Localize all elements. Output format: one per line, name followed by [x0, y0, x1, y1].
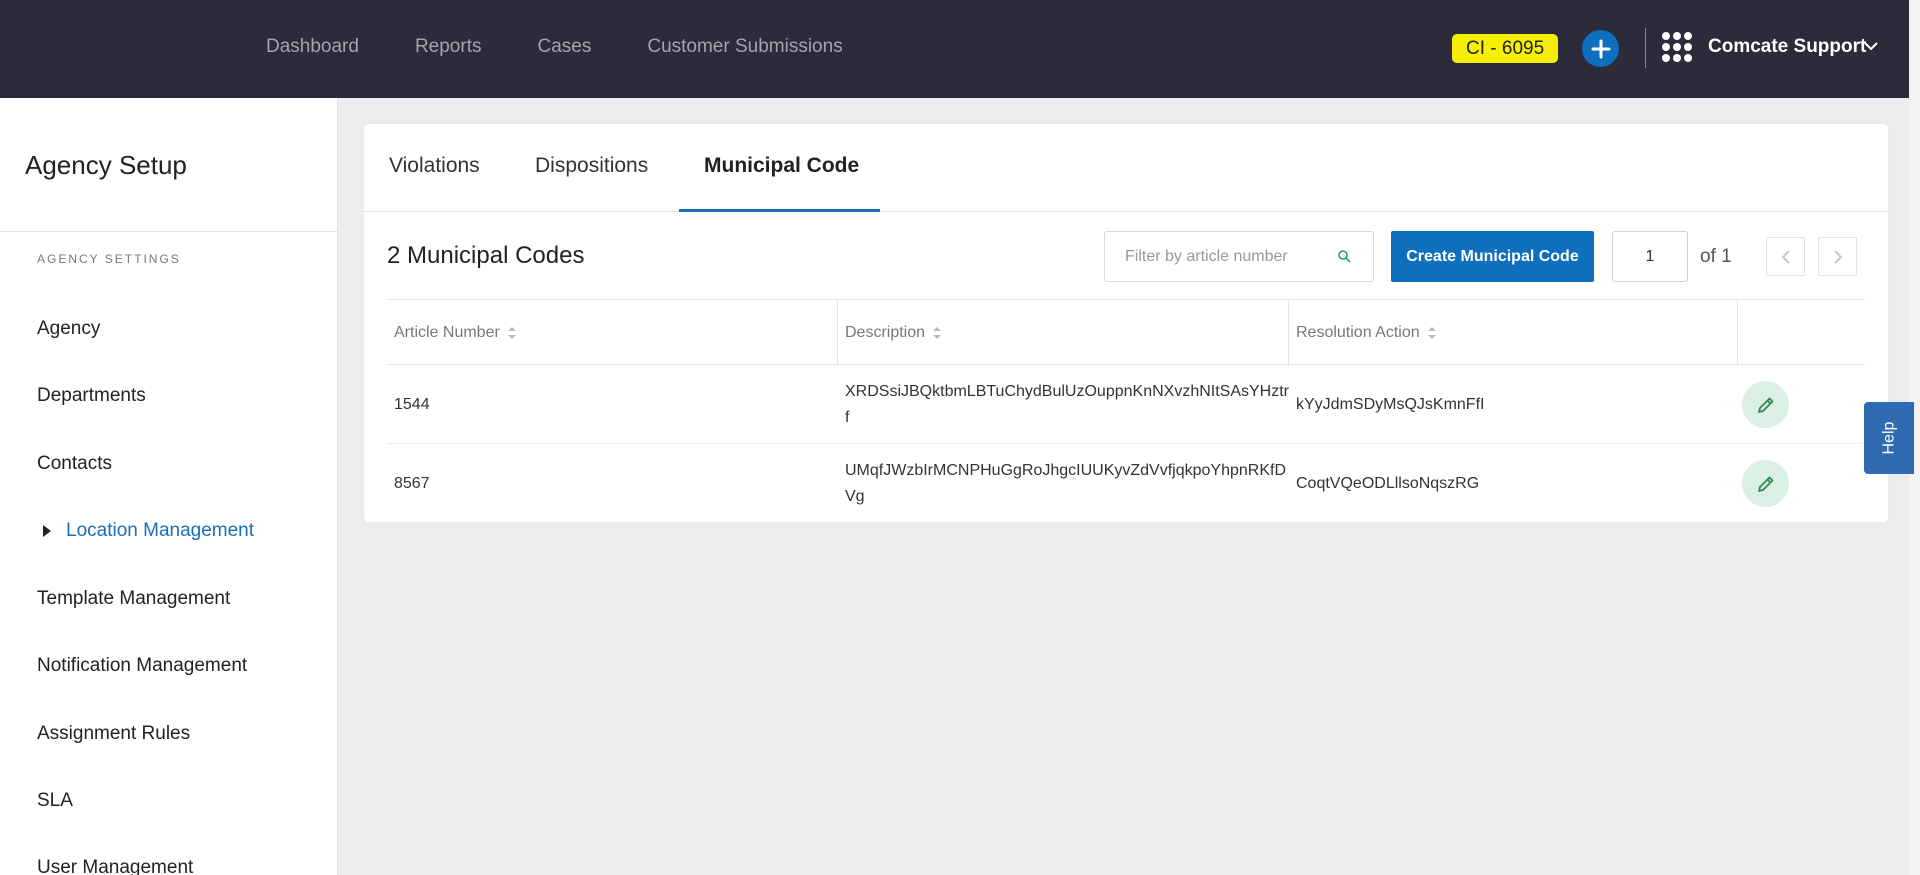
create-municipal-code-button[interactable]: Create Municipal Code — [1391, 231, 1594, 282]
help-label: Help — [1880, 421, 1897, 455]
sidebar-item-agency[interactable]: Agency — [37, 318, 100, 340]
header-article-number[interactable]: Article Number — [387, 300, 838, 366]
ci-badge[interactable]: CI - 6095 — [1452, 34, 1559, 63]
sidebar-item-contacts[interactable]: Contacts — [37, 453, 112, 475]
edit-button[interactable] — [1742, 381, 1789, 428]
next-page-button[interactable] — [1818, 237, 1857, 276]
sort-icon[interactable] — [1427, 325, 1437, 341]
org-switcher[interactable]: Comcate Support — [1708, 36, 1866, 58]
header-description[interactable]: Description — [838, 300, 1289, 366]
nav-reports[interactable]: Reports — [415, 36, 482, 58]
add-button[interactable] — [1582, 30, 1619, 67]
page-number-input[interactable] — [1612, 231, 1688, 282]
cell-resolution-action: kYyJdmSDyMsQJsKmnFfI — [1296, 395, 1485, 413]
header-label: Resolution Action — [1296, 324, 1420, 341]
sidebar-item-location-management[interactable]: Location Management — [66, 520, 254, 542]
filter-box — [1104, 231, 1374, 282]
header-label: Article Number — [394, 324, 500, 341]
sort-icon[interactable] — [932, 325, 942, 341]
nav-cases[interactable]: Cases — [537, 36, 591, 58]
tab-bar: Violations Dispositions Municipal Code — [364, 124, 1888, 212]
tab-dispositions[interactable]: Dispositions — [535, 154, 648, 178]
caret-right-icon[interactable] — [43, 525, 51, 537]
cell-resolution-action: CoqtVQeODLllsoNqszRG — [1296, 474, 1480, 492]
chevron-left-icon — [1781, 249, 1790, 264]
active-tab-indicator — [679, 209, 880, 212]
sidebar-item-departments[interactable]: Departments — [37, 385, 146, 407]
tab-municipal-code[interactable]: Municipal Code — [704, 154, 859, 178]
apps-grid-icon[interactable] — [1662, 32, 1692, 62]
tab-violations[interactable]: Violations — [389, 154, 480, 178]
sidebar-section-label: AGENCY SETTINGS — [37, 252, 181, 266]
table-header: Article Number Description Resolution Ac… — [387, 299, 1865, 366]
sidebar-item-sla[interactable]: SLA — [37, 790, 73, 812]
header-resolution-action[interactable]: Resolution Action — [1289, 300, 1738, 366]
nav-customer-submissions[interactable]: Customer Submissions — [647, 36, 842, 58]
pencil-icon — [1757, 476, 1773, 492]
cell-article-number: 1544 — [394, 395, 430, 413]
top-divider — [1645, 28, 1646, 68]
nav-dashboard[interactable]: Dashboard — [266, 36, 359, 58]
header-actions — [1738, 300, 1865, 366]
plus-icon — [1591, 39, 1610, 58]
chevron-down-icon[interactable] — [1863, 40, 1879, 52]
chevron-right-icon — [1833, 249, 1842, 264]
table-row: 8567 UMqfJWzbIrMCNPHuGgRoJhgcIUUKyvZdVvf… — [387, 444, 1865, 523]
cell-description: UMqfJWzbIrMCNPHuGgRoJhgcIUUKyvZdVvfjqkpo… — [845, 461, 1287, 505]
cell-description: XRDSsiJBQktbmLBTuChydBulUzOuppnKnNXvzhNI… — [845, 382, 1289, 426]
prev-page-button[interactable] — [1766, 237, 1805, 276]
search-icon[interactable] — [1337, 249, 1351, 263]
sidebar-item-user-management[interactable]: User Management — [37, 857, 193, 875]
top-navbar: Dashboard Reports Cases Customer Submiss… — [0, 0, 1920, 98]
top-nav: Dashboard Reports Cases Customer Submiss… — [266, 36, 899, 58]
sidebar-title: Agency Setup — [25, 150, 187, 180]
help-tab[interactable]: Help — [1864, 402, 1914, 474]
sidebar-divider — [0, 231, 337, 232]
sidebar-item-notification-management[interactable]: Notification Management — [37, 655, 247, 677]
sidebar: Agency Setup AGENCY SETTINGS Agency Depa… — [0, 98, 338, 875]
sidebar-item-assignment-rules[interactable]: Assignment Rules — [37, 723, 190, 745]
sidebar-item-template-management[interactable]: Template Management — [37, 588, 230, 610]
pencil-icon — [1757, 397, 1773, 413]
main-card: Violations Dispositions Municipal Code 2… — [364, 124, 1888, 522]
cell-article-number: 8567 — [394, 474, 430, 492]
sort-icon[interactable] — [507, 325, 517, 341]
page-total: of 1 — [1700, 246, 1732, 267]
filter-input[interactable] — [1106, 233, 1326, 280]
results-count: 2 Municipal Codes — [387, 242, 585, 269]
edit-button[interactable] — [1742, 460, 1789, 507]
table-row: 1544 XRDSsiJBQktbmLBTuChydBulUzOuppnKnNX… — [387, 365, 1865, 444]
header-label: Description — [845, 324, 926, 341]
